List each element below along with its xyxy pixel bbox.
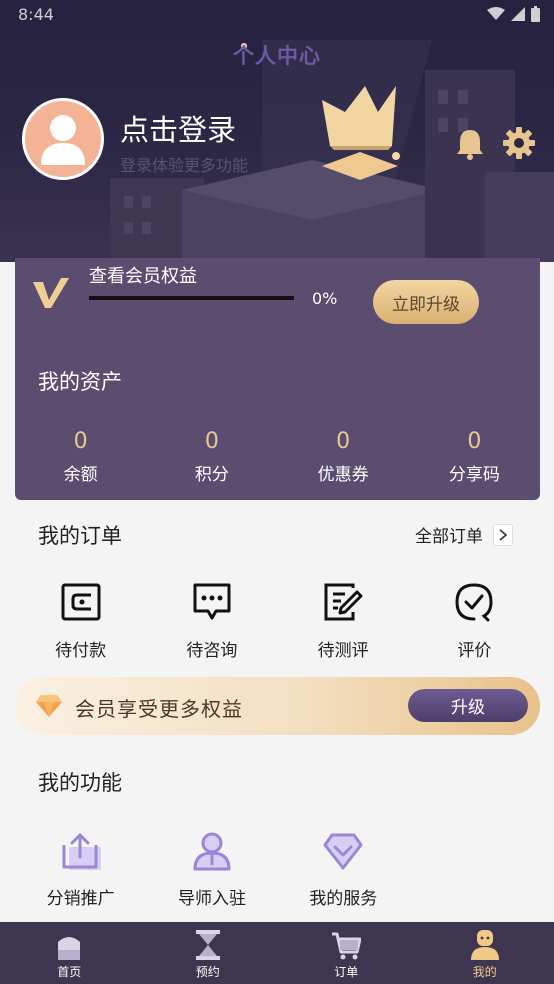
nav-label: 我的 — [472, 965, 497, 979]
function-my-services[interactable]: 我的服务 — [278, 828, 409, 909]
asset-label: 分享码 — [448, 465, 500, 485]
function-label: 分销推广 — [46, 889, 115, 909]
avatar[interactable] — [22, 98, 104, 180]
home-icon — [58, 937, 81, 960]
order-label: 待咨询 — [186, 641, 238, 661]
asset-value: 0 — [204, 429, 219, 454]
chevron-right-icon — [493, 523, 513, 546]
diamond-service-icon — [323, 833, 363, 870]
asset-value: 0 — [467, 429, 482, 454]
orders-title: 我的订单 — [38, 524, 122, 548]
login-button[interactable]: 点击登录 — [120, 107, 236, 149]
upgrade-now-button[interactable]: 立即升级 — [373, 280, 479, 324]
order-review[interactable]: 评价 — [409, 578, 540, 661]
nav-home[interactable]: 首页 — [0, 922, 139, 984]
battery-icon — [531, 6, 540, 22]
nav-profile[interactable]: 我的 — [416, 922, 554, 984]
user-icon — [41, 115, 85, 165]
asset-value: 0 — [336, 429, 351, 454]
functions-title: 我的功能 — [38, 771, 122, 795]
asset-balance[interactable]: 0 余额 — [15, 428, 146, 485]
vip-benefit-link[interactable]: 查看会员权益 — [89, 262, 197, 288]
nav-label: 预约 — [195, 965, 220, 979]
function-label: 导师入驻 — [177, 889, 246, 909]
function-distribution[interactable]: 分销推广 — [15, 828, 146, 909]
check-circle-icon — [455, 583, 493, 622]
order-label: 待付款 — [55, 641, 107, 661]
order-pending-consult[interactable]: 待咨询 — [146, 578, 277, 661]
chat-icon — [193, 583, 231, 620]
order-label: 待测评 — [317, 641, 369, 661]
member-banner-text: 会员享受更多权益 — [75, 697, 243, 721]
page-title: 个人中心 — [233, 44, 321, 68]
assets-list: 0 余额 0 积分 0 优惠券 0 分享码 — [15, 428, 540, 485]
vip-progress-bar — [89, 296, 294, 300]
member-benefits-banner[interactable]: 会员享受更多权益 升级 — [15, 677, 540, 735]
asset-label: 余额 — [63, 465, 98, 485]
login-subtitle: 登录体验更多功能 — [120, 156, 249, 175]
all-orders-label: 全部订单 — [415, 527, 483, 547]
edit-icon — [324, 583, 363, 621]
nav-label: 首页 — [57, 965, 82, 979]
status-bar: 8:44 — [0, 0, 554, 30]
diamond-icon — [36, 695, 62, 717]
asset-label: 积分 — [194, 465, 229, 485]
profile-header: 8:44 个人中心 点击登录 登录体验更多功能 — [0, 0, 554, 262]
order-pending-assessment[interactable]: 待测评 — [278, 578, 409, 661]
nav-orders[interactable]: 订单 — [277, 922, 416, 984]
function-mentor-join[interactable]: 导师入驻 — [146, 828, 277, 909]
vip-progress-text: 0% — [312, 289, 338, 308]
wallet-icon — [61, 583, 101, 621]
hourglass-icon — [195, 930, 220, 960]
bottom-navigation: 首页 预约 订单 我的 — [0, 922, 554, 984]
functions-list: 分销推广 导师入驻 我的服务 — [15, 828, 409, 909]
vip-v-icon — [33, 278, 69, 308]
mentor-icon — [193, 832, 231, 871]
gear-icon[interactable] — [503, 127, 535, 159]
order-status-list: 待付款 待咨询 待测评 评价 — [15, 578, 540, 661]
bell-icon[interactable] — [455, 128, 485, 160]
vip-assets-card: 查看会员权益 0% 立即升级 我的资产 0 余额 0 积分 0 优惠券 0 分享… — [15, 258, 540, 500]
nav-appointment[interactable]: 预约 — [139, 922, 278, 984]
asset-value: 0 — [73, 429, 88, 454]
asset-share-code[interactable]: 0 分享码 — [409, 428, 540, 485]
all-orders-link[interactable]: 全部订单 — [415, 522, 513, 547]
cart-icon — [332, 932, 362, 960]
status-time: 8:44 — [18, 5, 54, 24]
nav-label: 订单 — [334, 965, 359, 979]
status-icons — [487, 6, 540, 22]
signal-icon — [511, 7, 525, 21]
profile-icon — [470, 930, 499, 960]
share-icon — [62, 833, 101, 870]
asset-label: 优惠券 — [317, 465, 369, 485]
wifi-icon — [487, 7, 505, 20]
order-pending-payment[interactable]: 待付款 — [15, 578, 146, 661]
asset-coupons[interactable]: 0 优惠券 — [278, 428, 409, 485]
function-label: 我的服务 — [309, 889, 378, 909]
order-label: 评价 — [457, 641, 492, 661]
asset-points[interactable]: 0 积分 — [146, 428, 277, 485]
member-upgrade-button[interactable]: 升级 — [408, 689, 528, 722]
assets-title: 我的资产 — [38, 370, 122, 394]
